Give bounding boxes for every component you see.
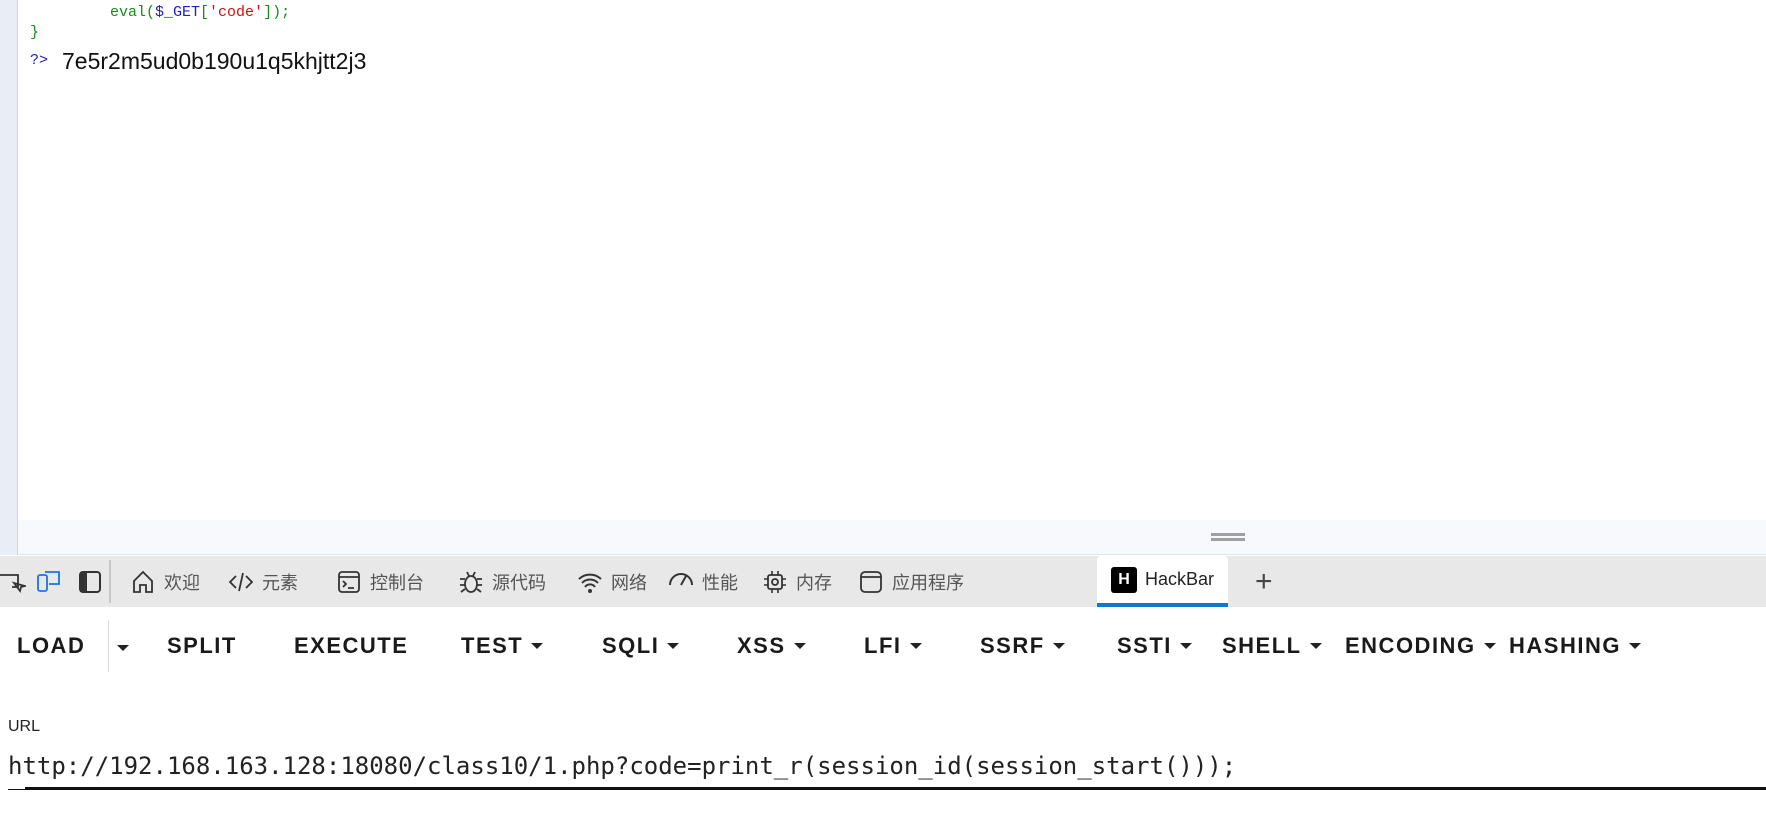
tab-label: 应用程序: [892, 572, 964, 593]
add-tab-button[interactable]: +: [1255, 556, 1273, 607]
page-content: [18, 0, 1766, 520]
inspect-element-icon[interactable]: [0, 556, 26, 607]
test-label: TEST: [461, 633, 524, 658]
encoding-label: ENCODING: [1345, 633, 1476, 658]
load-button[interactable]: LOAD: [17, 633, 85, 659]
tab-label: 内存: [796, 572, 832, 593]
test-menu[interactable]: TEST: [461, 633, 544, 659]
tab-welcome[interactable]: 欢迎: [130, 556, 200, 607]
execute-button[interactable]: EXECUTE: [294, 633, 408, 659]
chip-icon: [764, 570, 786, 593]
tab-application[interactable]: 应用程序: [858, 556, 964, 607]
tab-network[interactable]: 网络: [577, 556, 647, 607]
caret-down-icon: [793, 643, 806, 649]
load-label: LOAD: [17, 633, 86, 658]
device-emulation-icon[interactable]: [36, 556, 62, 607]
session-id-output: 7e5r2m5ud0b190u1q5khjtt2j3: [62, 48, 367, 74]
hashing-label: HASHING: [1509, 633, 1621, 658]
tab-hackbar[interactable]: H HackBar: [1097, 556, 1229, 607]
caret-down-icon: [117, 645, 129, 651]
lfi-label: LFI: [864, 633, 902, 658]
caret-down-icon: [667, 643, 680, 649]
wifi-icon: [578, 573, 602, 593]
sqli-menu[interactable]: SQLI: [602, 633, 680, 659]
window-icon: [860, 570, 882, 593]
encoding-menu[interactable]: ENCODING: [1345, 633, 1496, 659]
hashing-menu[interactable]: HASHING: [1509, 633, 1641, 659]
ssrf-label: SSRF: [980, 633, 1045, 658]
shell-label: SHELL: [1222, 633, 1302, 658]
caret-down-icon: [1483, 643, 1496, 649]
split-button[interactable]: SPLIT: [167, 633, 237, 659]
devtools-resize-bar[interactable]: [18, 520, 1766, 555]
xss-label: XSS: [737, 633, 786, 658]
caret-down-icon: [531, 643, 544, 649]
caret-down-icon: [1309, 643, 1322, 649]
execute-label: EXECUTE: [294, 633, 409, 658]
url-input-underline: [25, 787, 1766, 790]
caret-down-icon: [1052, 643, 1065, 649]
devtools-tabbar: 欢迎 元素 控制台 源代码 网络 性能 内存 应用程序 H HackBar +: [0, 556, 1766, 607]
tab-sources[interactable]: 源代码: [458, 556, 546, 607]
resize-grip-icon[interactable]: [1211, 533, 1245, 541]
caret-down-icon: [1628, 643, 1641, 649]
bug-icon: [460, 571, 482, 593]
code-line-brace: }: [30, 24, 40, 41]
toolbar-divider: [108, 620, 109, 672]
tab-performance[interactable]: 性能: [668, 556, 738, 607]
tab-console[interactable]: 控制台: [336, 556, 424, 607]
sqli-label: SQLI: [602, 633, 660, 658]
code-icon: [228, 572, 254, 591]
tab-label: 控制台: [370, 572, 424, 593]
gauge-icon: [669, 572, 693, 585]
tab-memory[interactable]: 内存: [762, 556, 832, 607]
tab-label: 性能: [702, 572, 738, 593]
lfi-menu[interactable]: LFI: [864, 633, 922, 659]
load-dropdown-button[interactable]: [117, 645, 129, 651]
tab-label: HackBar: [1145, 569, 1215, 589]
code-line-eval: eval($_GET['code']);: [110, 4, 291, 21]
tab-label: 欢迎: [164, 572, 200, 593]
tab-label: 元素: [262, 572, 298, 593]
url-input[interactable]: http://192.168.163.128:18080/class10/1.p…: [8, 752, 1236, 780]
dock-panel-icon[interactable]: [77, 556, 103, 607]
shell-menu[interactable]: SHELL: [1222, 633, 1322, 659]
ssti-menu[interactable]: SSTI: [1117, 633, 1192, 659]
hackbar-icon: H: [1111, 566, 1137, 593]
editor-gutter: [0, 0, 18, 555]
caret-down-icon: [909, 643, 922, 649]
tab-label: 网络: [611, 572, 647, 593]
php-close-tag: ?>: [30, 52, 49, 69]
xss-menu[interactable]: XSS: [737, 633, 806, 659]
tab-separator: [109, 560, 111, 603]
ssrf-menu[interactable]: SSRF: [980, 633, 1065, 659]
console-icon: [338, 570, 360, 593]
ssti-label: SSTI: [1117, 633, 1172, 658]
tab-label: 源代码: [492, 572, 546, 593]
home-icon: [133, 570, 153, 593]
url-label: URL: [8, 718, 41, 735]
caret-down-icon: [1179, 643, 1192, 649]
tab-elements[interactable]: 元素: [228, 556, 298, 607]
split-label: SPLIT: [167, 633, 237, 658]
